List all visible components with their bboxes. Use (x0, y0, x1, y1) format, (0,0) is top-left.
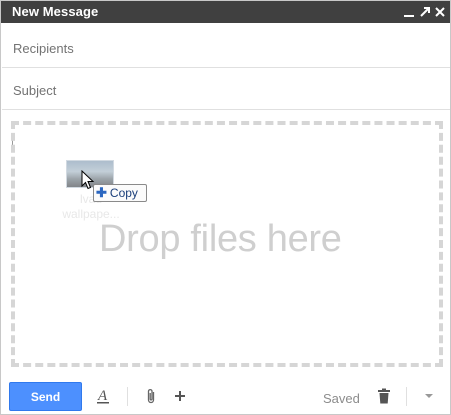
copy-drag-tooltip: ✚ Copy (93, 184, 147, 202)
toolbar-divider (406, 387, 407, 406)
compose-toolbar: Send A Saved (1, 375, 450, 414)
copy-tooltip-label: Copy (109, 186, 138, 200)
minimize-icon (404, 15, 414, 17)
drop-files-text: Drop files here (99, 218, 342, 260)
subject-input[interactable] (11, 79, 435, 101)
formatting-options-button[interactable]: A (93, 385, 113, 407)
compose-window: New Message Drop files here lvau wallpap… (0, 0, 451, 415)
compose-titlebar[interactable]: New Message (1, 1, 450, 23)
attach-files-button[interactable] (141, 385, 161, 407)
text-format-icon: A (97, 388, 109, 404)
pop-out-button[interactable] (417, 1, 433, 23)
paperclip-icon (147, 389, 155, 404)
recipients-row (2, 27, 450, 68)
close-icon (435, 7, 445, 17)
toolbar-divider (127, 387, 128, 406)
draft-status: Saved (323, 391, 360, 406)
trash-icon (378, 388, 390, 404)
close-button[interactable] (432, 1, 448, 23)
mouse-pointer-icon (81, 170, 95, 190)
discard-draft-button[interactable] (374, 385, 394, 407)
minimize-button[interactable] (401, 1, 417, 23)
plus-icon (175, 391, 185, 401)
compose-title: New Message (12, 4, 99, 19)
send-button[interactable]: Send (9, 382, 82, 411)
svg-text:A: A (97, 388, 108, 404)
subject-row (2, 69, 450, 110)
recipients-input[interactable] (11, 37, 435, 59)
dragged-file-name-line-2: wallpape... (62, 207, 120, 221)
expand-arrow-icon (420, 7, 430, 17)
dropdown-arrow-icon (425, 394, 433, 398)
insert-more-button[interactable] (170, 385, 190, 407)
plus-icon: ✚ (96, 185, 107, 200)
more-options-button[interactable] (419, 385, 439, 407)
